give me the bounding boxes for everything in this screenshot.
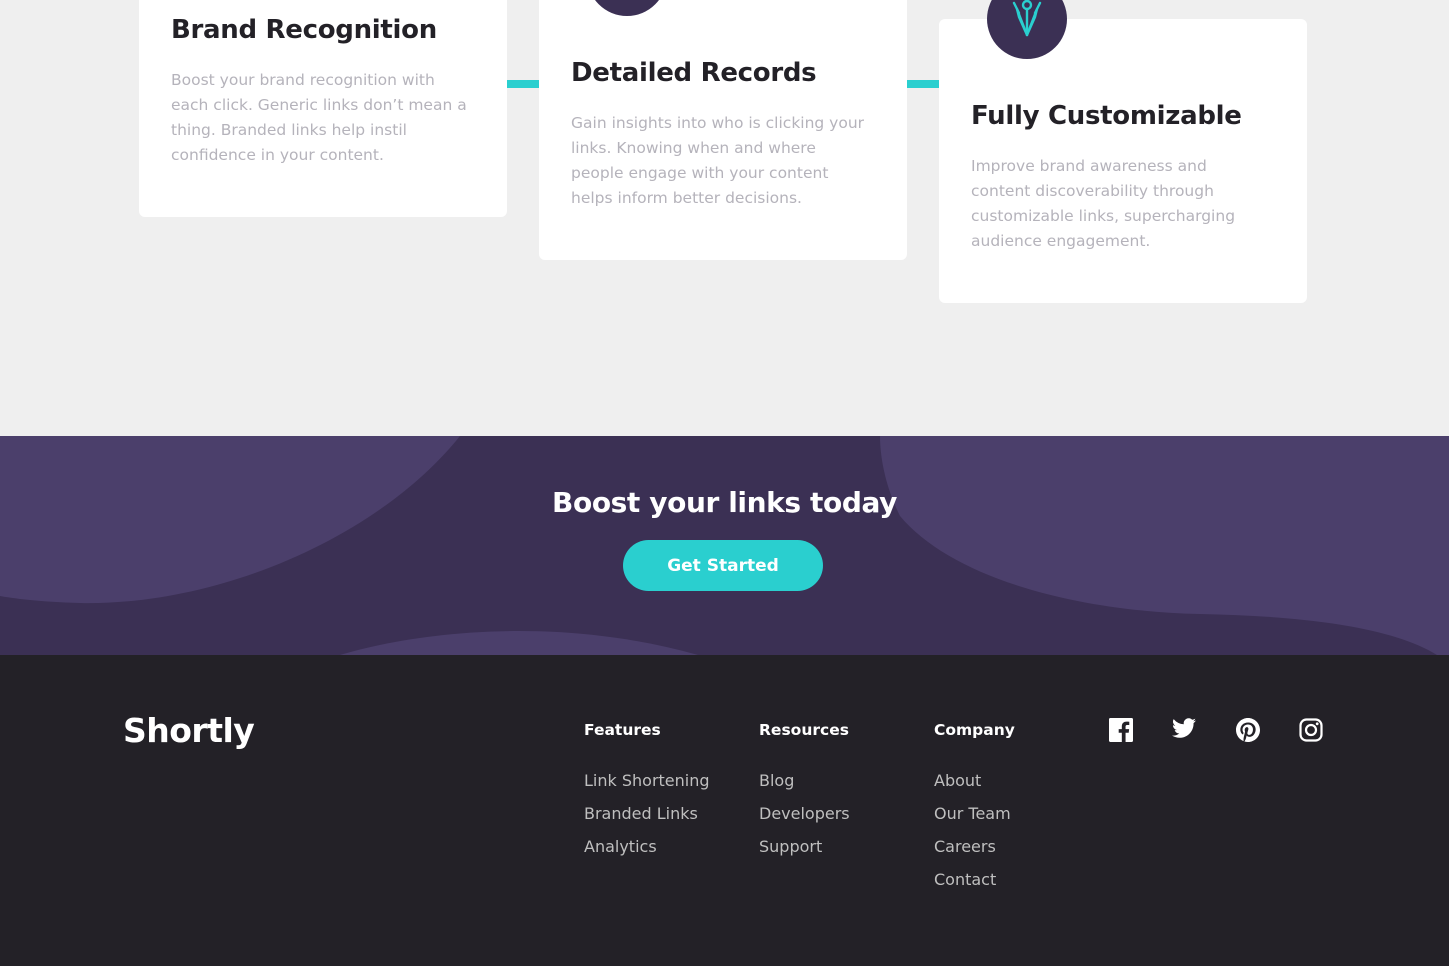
feature-card-text: Boost your brand recognition with each c… <box>171 71 467 164</box>
detailed-records-icon <box>587 0 667 16</box>
footer-link-analytics[interactable]: Analytics <box>584 836 710 869</box>
feature-card-detailed-records: Detailed Records Gain insights into who … <box>539 0 907 260</box>
boost-heading: Boost your links today <box>552 486 897 519</box>
footer-link-careers[interactable]: Careers <box>934 836 1015 869</box>
feature-card-fully-customizable: Fully Customizable Improve brand awarene… <box>939 0 1307 303</box>
footer-column-features: Features Link Shortening Branded Links A… <box>584 721 710 869</box>
footer-column-heading: Features <box>584 721 661 739</box>
fully-customizable-icon <box>987 0 1067 59</box>
footer-link-support[interactable]: Support <box>759 836 850 869</box>
facebook-icon[interactable] <box>1108 717 1134 743</box>
get-started-button[interactable]: Get Started <box>623 540 823 591</box>
boost-section: Boost your links today Get Started <box>0 436 1449 655</box>
footer-link-blog[interactable]: Blog <box>759 770 850 803</box>
instagram-icon[interactable] <box>1298 717 1324 743</box>
twitter-icon[interactable] <box>1171 715 1197 741</box>
pinterest-icon[interactable] <box>1235 717 1261 743</box>
feature-card-title: Fully Customizable <box>971 101 1242 131</box>
statistics-section: Brand Recognition Boost your brand recog… <box>0 0 1449 436</box>
footer-logo[interactable]: Shortly <box>123 711 255 750</box>
card-connector <box>507 80 539 88</box>
footer-link-branded-links[interactable]: Branded Links <box>584 803 710 836</box>
card-connector <box>907 80 939 88</box>
footer-link-our-team[interactable]: Our Team <box>934 803 1015 836</box>
footer-link-contact[interactable]: Contact <box>934 869 1015 902</box>
footer-column-heading: Resources <box>759 721 849 739</box>
pen-brush-icon <box>1012 0 1042 37</box>
feature-card-text: Improve brand awareness and content disc… <box>971 157 1236 250</box>
footer-column-company: Company About Our Team Careers Contact <box>934 721 1015 902</box>
feature-card-text: Gain insights into who is clicking your … <box>571 114 865 207</box>
feature-card-brand-recognition: Brand Recognition Boost your brand recog… <box>139 0 507 217</box>
footer-link-developers[interactable]: Developers <box>759 803 850 836</box>
footer-link-link-shortening[interactable]: Link Shortening <box>584 770 710 803</box>
feature-card-title: Brand Recognition <box>171 15 437 45</box>
feature-card-title: Detailed Records <box>571 58 817 88</box>
footer-column-resources: Resources Blog Developers Support <box>759 721 850 869</box>
footer-link-about[interactable]: About <box>934 770 1015 803</box>
site-footer: Shortly Features Link Shortening Branded… <box>0 655 1449 966</box>
footer-column-heading: Company <box>934 721 1015 739</box>
